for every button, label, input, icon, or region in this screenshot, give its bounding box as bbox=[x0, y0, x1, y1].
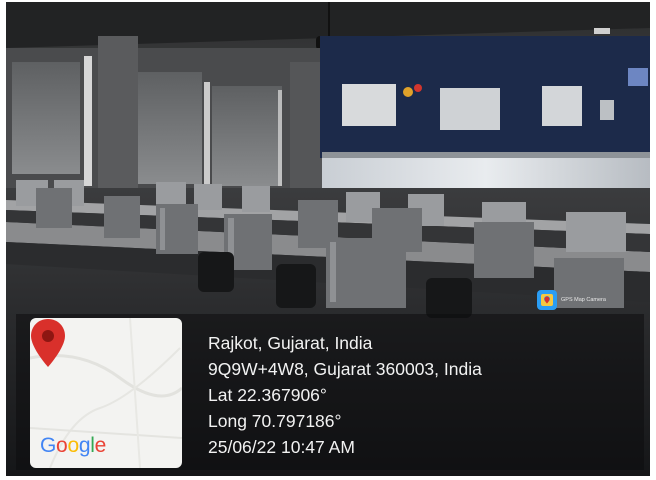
gps-camera-label: GPS Map Camera bbox=[561, 297, 606, 303]
google-letter: e bbox=[94, 434, 107, 457]
google-logo: Google bbox=[40, 434, 106, 458]
google-letter: G bbox=[40, 434, 57, 457]
poster bbox=[542, 86, 582, 126]
poster bbox=[440, 88, 500, 130]
location-info-panel: Google Rajkot, Gujarat, India 9Q9W+4W8, … bbox=[16, 314, 644, 470]
datetime-line: 25/06/22 10:47 AM bbox=[208, 437, 355, 457]
address-line: 9Q9W+4W8, Gujarat 360003, India bbox=[208, 359, 482, 379]
gps-camera-badge: GPS Map Camera bbox=[537, 289, 606, 311]
pillar bbox=[98, 36, 138, 206]
latitude-line: Lat 22.367906° bbox=[208, 385, 327, 405]
poster bbox=[342, 84, 396, 126]
gps-camera-app-icon bbox=[537, 290, 557, 310]
google-letter: o bbox=[56, 434, 68, 457]
city-line: Rajkot, Gujarat, India bbox=[208, 333, 373, 353]
window-blind bbox=[138, 72, 202, 184]
window-blind bbox=[212, 86, 282, 186]
longitude-line: Long 70.797186° bbox=[208, 411, 342, 431]
google-letter: g bbox=[78, 434, 91, 457]
map-pin-icon bbox=[31, 319, 65, 367]
map-thumbnail: Google bbox=[30, 318, 182, 468]
window-blind bbox=[12, 62, 80, 174]
photo-frame: GPS Map Camera Google Rajkot, Gujarat, I… bbox=[6, 2, 650, 476]
location-details: Rajkot, Gujarat, India 9Q9W+4W8, Gujarat… bbox=[208, 330, 482, 460]
google-letter: o bbox=[67, 434, 79, 457]
